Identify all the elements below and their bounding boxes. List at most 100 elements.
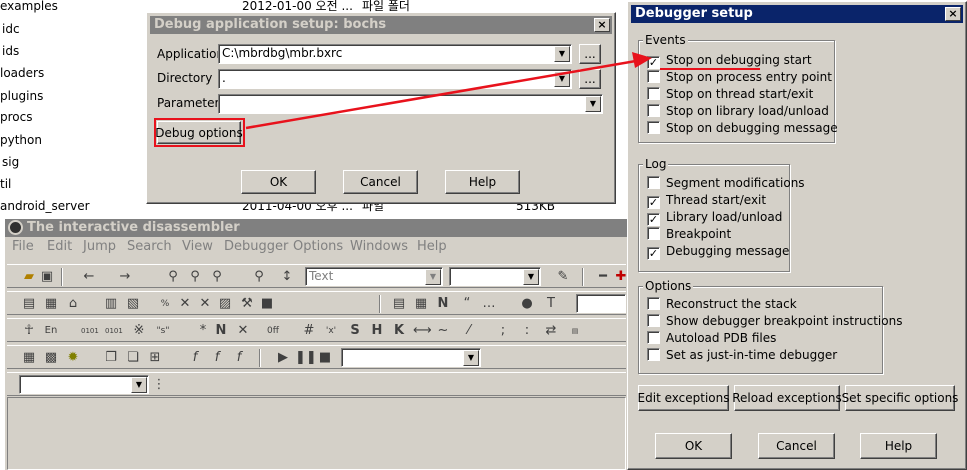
pause-icon[interactable]: ❚❚ xyxy=(295,350,317,366)
brush-icon[interactable]: ⁄ xyxy=(461,323,477,339)
checkbox-just-in-time-debugger[interactable]: Set as just-in-time debugger xyxy=(647,348,837,364)
enum-icon[interactable]: ▦ xyxy=(413,296,429,312)
menu-options[interactable]: Options xyxy=(293,239,343,254)
chevron-down-icon[interactable]: ▼ xyxy=(463,350,479,366)
application-field[interactable]: C:\mbrdbg\mbr.bxrc ▼ xyxy=(218,44,572,64)
menu-windows[interactable]: Windows xyxy=(350,239,408,254)
directory-field[interactable]: . ▼ xyxy=(218,69,572,89)
chart-icon[interactable]: ▩ xyxy=(43,350,59,366)
document-icon[interactable]: ▤ xyxy=(21,296,37,312)
stop-square-icon[interactable]: ■ xyxy=(259,296,275,312)
jump-icon[interactable]: ↕ xyxy=(279,269,295,285)
menu-debugger[interactable]: Debugger xyxy=(224,239,288,254)
checkbox-segment-modifications[interactable]: Segment modifications xyxy=(647,176,805,192)
checkbox-stop-on-debugging-start[interactable]: ✓ Stop on debugging start xyxy=(647,53,812,69)
chevron-down-icon[interactable]: ▼ xyxy=(523,269,539,285)
help-button[interactable]: Help xyxy=(445,170,520,194)
search-text-icon[interactable]: ⚲ xyxy=(209,269,225,285)
text-icon[interactable]: T xyxy=(543,296,559,312)
pen-icon[interactable]: ✎ xyxy=(555,269,571,285)
search-next-icon[interactable]: ⚲ xyxy=(187,269,203,285)
image-icon[interactable]: ▧ xyxy=(125,296,141,312)
quote-icon[interactable]: “ xyxy=(459,296,475,312)
data-icon[interactable]: 0101 xyxy=(105,323,123,339)
checkbox-breakpoint[interactable]: Breakpoint xyxy=(647,227,731,243)
chevron-down-icon[interactable]: ▼ xyxy=(585,96,601,112)
code-icon[interactable]: 0101 xyxy=(81,323,99,339)
string-icon[interactable]: … xyxy=(481,296,497,312)
open-icon[interactable]: ▰ xyxy=(21,269,37,285)
browse-application-button[interactable]: ... xyxy=(579,44,601,64)
chevron-down-icon[interactable]: ▼ xyxy=(131,377,147,393)
semicolon-icon[interactable]: ; xyxy=(495,323,511,339)
person-icon[interactable]: ☥ xyxy=(21,323,37,339)
checkbox[interactable]: ✓ xyxy=(647,196,660,209)
address-field[interactable] xyxy=(576,294,626,313)
checkbox[interactable] xyxy=(647,348,660,361)
close-icon[interactable]: × xyxy=(945,7,961,21)
play-icon[interactable]: ▶ xyxy=(275,350,291,366)
cross-ref-icon[interactable]: ✕ xyxy=(177,296,193,312)
cross-ref-alt-icon[interactable]: ✕ xyxy=(197,296,213,312)
stop-icon[interactable]: ■ xyxy=(317,350,333,366)
h-icon[interactable]: H xyxy=(369,323,385,339)
menu-jump[interactable]: Jump xyxy=(83,239,116,254)
checkbox[interactable]: ✓ xyxy=(647,247,660,260)
command-select[interactable]: ▼ xyxy=(19,375,149,394)
checkbox[interactable] xyxy=(647,227,660,240)
colon-icon[interactable]: : xyxy=(519,323,535,339)
checkbox[interactable] xyxy=(647,314,660,327)
menu-view[interactable]: View xyxy=(182,239,213,254)
s-icon[interactable]: S xyxy=(347,323,363,339)
edit-exceptions-button[interactable]: Edit exceptions xyxy=(638,385,729,411)
chevron-down-icon[interactable]: ▼ xyxy=(554,71,570,87)
comment-icon[interactable]: ● xyxy=(519,296,535,312)
tilde-icon[interactable]: ~ xyxy=(435,323,451,339)
wrench-icon[interactable]: ⚒ xyxy=(239,296,255,312)
window-icon[interactable]: ❐ xyxy=(103,350,119,366)
cancel-button[interactable]: Cancel xyxy=(758,433,835,459)
menu-file[interactable]: File xyxy=(12,239,34,254)
checkbox-stop-on-debugging-message[interactable]: Stop on debugging message xyxy=(647,121,838,137)
menu-help[interactable]: Help xyxy=(417,239,447,254)
reload-exceptions-button[interactable]: Reload exceptions xyxy=(732,385,842,411)
debugger-select[interactable]: ▼ xyxy=(341,348,481,367)
checkbox-library-load-unload[interactable]: ✓ Library load/unload xyxy=(647,210,782,226)
list-icon[interactable]: ▥ xyxy=(103,296,119,312)
forward-icon[interactable]: → xyxy=(117,269,133,285)
browse-directory-button[interactable]: ... xyxy=(579,69,601,89)
checkbox[interactable] xyxy=(647,121,660,134)
function-end-icon[interactable]: f xyxy=(231,350,247,366)
minus-icon[interactable]: ━ xyxy=(595,269,611,285)
struct-icon[interactable]: ▤ xyxy=(391,296,407,312)
checkbox-show-breakpoint-instructions[interactable]: Show debugger breakpoint instructions xyxy=(647,314,902,330)
ok-button[interactable]: OK xyxy=(241,170,316,194)
n-icon[interactable]: N xyxy=(213,323,229,339)
x-icon[interactable]: ✕ xyxy=(235,323,251,339)
gear-icon[interactable]: ✹ xyxy=(65,350,81,366)
segment-select[interactable]: ▼ xyxy=(449,267,541,286)
print-icon[interactable]: ▨ xyxy=(217,296,233,312)
checkbox[interactable]: ✓ xyxy=(647,56,660,69)
checkbox[interactable] xyxy=(647,70,660,83)
home-icon[interactable]: ⌂ xyxy=(65,296,81,312)
save-icon[interactable]: ▣ xyxy=(39,269,55,285)
offset-icon[interactable]: 0ff xyxy=(265,323,281,339)
checkbox[interactable] xyxy=(647,297,660,310)
k-icon[interactable]: K xyxy=(391,323,407,339)
ok-button[interactable]: OK xyxy=(655,433,732,459)
arrow-range-icon[interactable]: ⟷ xyxy=(413,323,432,339)
tree-icon[interactable]: ⊞ xyxy=(147,350,163,366)
percent-icon[interactable]: % xyxy=(157,296,173,312)
char-icon[interactable]: 'x' xyxy=(323,323,339,339)
english-icon[interactable]: En xyxy=(43,323,59,339)
binoculars-icon[interactable]: ⚲ xyxy=(165,269,181,285)
string-literal-icon[interactable]: "s" xyxy=(155,323,171,339)
set-specific-options-button[interactable]: Set specific options xyxy=(842,385,958,411)
asterisk-icon[interactable]: * xyxy=(195,323,211,339)
grip-icon[interactable]: ⋮ xyxy=(151,377,167,393)
menu-search[interactable]: Search xyxy=(127,239,172,254)
checkbox[interactable] xyxy=(647,176,660,189)
checkbox-debugging-message[interactable]: ✓ Debugging message xyxy=(647,244,789,260)
checkbox-autoload-pdb-files[interactable]: Autoload PDB files xyxy=(647,331,776,347)
